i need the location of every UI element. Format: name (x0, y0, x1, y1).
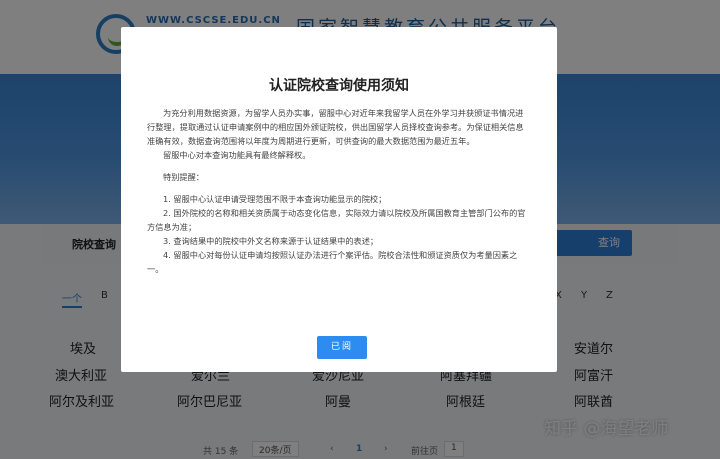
notice-paragraph: 为充分利用数据资源，为留学人员办实事，留服中心对近年来我留学人员在外学习并获颁证… (147, 108, 524, 146)
confirm-read-button[interactable]: 已阅 (317, 336, 367, 359)
dialog-body: 为充分利用数据资源，为留学人员办实事，留服中心对近年来我留学人员在外学习并获颁证… (147, 106, 531, 276)
notice-item: 4. 留服中心对每份认证申请均按照认证办法进行个案评估。院校合法性和颁证资质仅为… (147, 250, 518, 274)
notice-heading: 特别提醒： (163, 172, 204, 182)
notice-dialog: 认证院校查询使用须知 为充分利用数据资源，为留学人员办实事，留服中心对近年来我留… (121, 27, 557, 372)
notice-item: 2. 国外院校的名称和相关资质属于动态变化信息，实际效力请以院校及所属国教育主管… (147, 208, 526, 232)
notice-item: 1. 留服中心认证申请受理范围不限于本查询功能显示的院校； (163, 194, 387, 204)
dialog-title: 认证院校查询使用须知 (269, 78, 409, 94)
notice-paragraph: 留服中心对本查询功能具有最终解释权。 (163, 150, 311, 160)
notice-item: 3. 查询结果中的院校中外文名称来源于认证结果中的表述； (163, 236, 379, 246)
